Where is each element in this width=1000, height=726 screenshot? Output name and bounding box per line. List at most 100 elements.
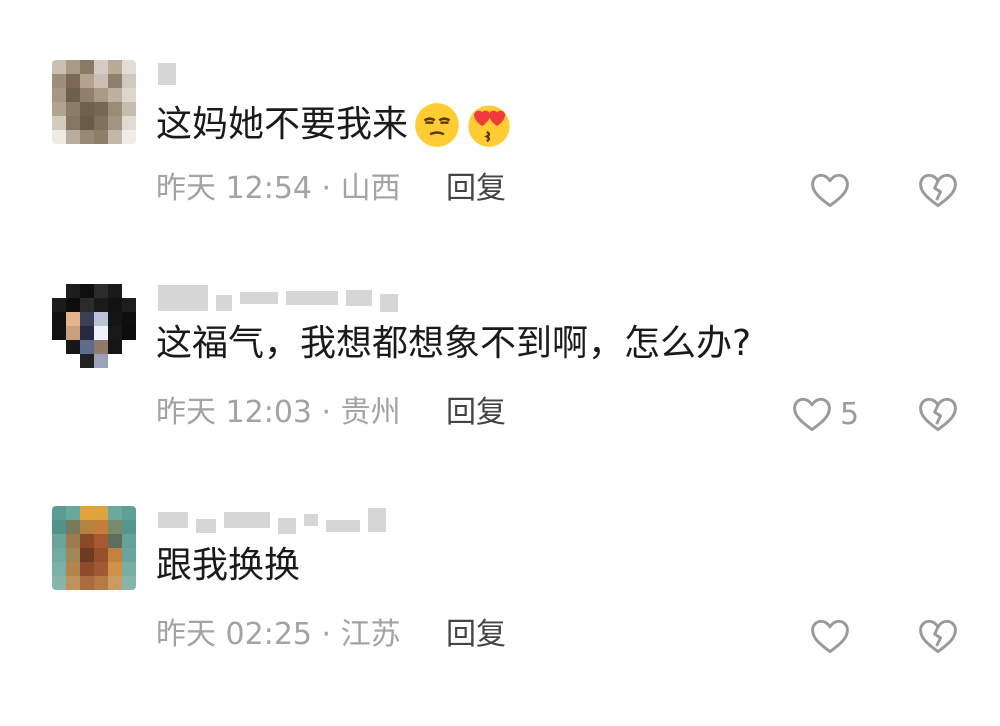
- avatar-pixel: [122, 60, 136, 74]
- comment-text-body: 这福气，我想都想象不到啊，怎么办?: [156, 323, 752, 364]
- avatar-pixel: [66, 354, 80, 368]
- avatar-pixel: [66, 116, 80, 130]
- avatar-pixel: [80, 312, 94, 326]
- avatar-pixel: [122, 562, 136, 576]
- avatar-pixel: [52, 102, 66, 116]
- avatar-pixel: [66, 88, 80, 102]
- avatar-pixel: [108, 326, 122, 340]
- avatar-pixel: [108, 284, 122, 298]
- comment-item: 跟我换换 昨天 02:25 · 江苏 回复: [0, 506, 1000, 726]
- avatar-pixel: [52, 130, 66, 144]
- heart-outline-icon: [811, 173, 849, 208]
- avatar-pixel: [52, 340, 66, 354]
- avatar-pixel: [66, 74, 80, 88]
- avatar-pixel: [66, 548, 80, 562]
- comment-meta: 昨天 02:25 · 江苏: [156, 617, 401, 652]
- like-button[interactable]: [808, 614, 858, 658]
- avatar-pixel: [52, 534, 66, 548]
- avatar-pixel: [66, 102, 80, 116]
- avatar-pixel: [52, 576, 66, 590]
- avatar-pixel: [94, 326, 108, 340]
- avatar-pixel: [80, 116, 94, 130]
- avatar-pixel: [52, 326, 66, 340]
- avatar-pixel: [122, 74, 136, 88]
- reply-button[interactable]: 回复: [446, 620, 506, 650]
- avatar-pixel: [108, 534, 122, 548]
- avatar-pixel: [122, 88, 136, 102]
- avatar-pixel: [80, 562, 94, 576]
- avatar-pixel: [122, 298, 136, 312]
- avatar[interactable]: [52, 60, 136, 144]
- avatar-pixel: [66, 520, 80, 534]
- avatar-pixel: [122, 284, 136, 298]
- avatar-pixel: [66, 534, 80, 548]
- avatar-pixel: [80, 60, 94, 74]
- avatar-pixel: [94, 298, 108, 312]
- smirk-face-emoji: [415, 103, 459, 147]
- comment-meta: 昨天 12:54 · 山西: [156, 171, 401, 206]
- username-blurred[interactable]: [158, 60, 176, 88]
- avatar-pixel: [80, 534, 94, 548]
- avatar-pixel: [108, 74, 122, 88]
- avatar-pixel: [108, 548, 122, 562]
- avatar-pixel: [52, 116, 66, 130]
- avatar-pixel: [80, 102, 94, 116]
- avatar-pixel: [122, 548, 136, 562]
- avatar-pixel: [80, 88, 94, 102]
- avatar-pixel: [52, 562, 66, 576]
- comment-text: 这福气，我想都想象不到啊，怎么办?: [156, 326, 751, 362]
- avatar-pixel: [94, 284, 108, 298]
- avatar-pixel: [122, 312, 136, 326]
- avatar-pixel: [94, 340, 108, 354]
- avatar-pixel: [66, 130, 80, 144]
- avatar-pixel: [66, 506, 80, 520]
- reply-button[interactable]: 回复: [446, 174, 506, 204]
- like-count: 5: [840, 396, 860, 432]
- like-button[interactable]: [808, 168, 858, 212]
- avatar-pixel: [80, 326, 94, 340]
- avatar-pixel: [122, 520, 136, 534]
- avatar-pixel: [94, 74, 108, 88]
- avatar-pixel: [122, 576, 136, 590]
- avatar-pixel: [80, 520, 94, 534]
- avatar-pixel: [52, 88, 66, 102]
- avatar-pixel: [80, 284, 94, 298]
- avatar-pixel: [52, 74, 66, 88]
- reply-button[interactable]: 回复: [446, 398, 506, 428]
- avatar-pixel: [108, 340, 122, 354]
- avatar[interactable]: [52, 506, 136, 590]
- broken-heart-icon: [919, 173, 957, 208]
- avatar-pixel: [108, 298, 122, 312]
- avatar-pixel: [108, 60, 122, 74]
- dislike-button[interactable]: [916, 168, 960, 216]
- avatar-pixel: [94, 116, 108, 130]
- avatar-pixel: [94, 562, 108, 576]
- avatar-pixel: [94, 130, 108, 144]
- avatar-pixel: [122, 130, 136, 144]
- avatar-pixel: [94, 520, 108, 534]
- avatar-pixel: [122, 340, 136, 354]
- avatar-pixel: [94, 312, 108, 326]
- avatar-pixel: [52, 548, 66, 562]
- avatar-pixel: [122, 354, 136, 368]
- username-blurred[interactable]: [158, 284, 398, 312]
- like-button[interactable]: 5: [790, 392, 859, 436]
- avatar-pixel: [80, 506, 94, 520]
- avatar-pixel: [80, 340, 94, 354]
- avatar-pixel: [52, 354, 66, 368]
- avatar-pixel: [52, 284, 66, 298]
- avatar-pixel: [94, 102, 108, 116]
- avatar-pixel: [94, 576, 108, 590]
- dislike-button[interactable]: [916, 392, 960, 440]
- avatar-pixel: [80, 576, 94, 590]
- avatar-pixel: [66, 298, 80, 312]
- username-blurred[interactable]: [158, 506, 386, 534]
- avatar-pixel: [52, 298, 66, 312]
- dislike-button[interactable]: [916, 614, 960, 662]
- avatar-pixel: [80, 548, 94, 562]
- avatar[interactable]: [52, 284, 136, 368]
- avatar-pixel: [122, 506, 136, 520]
- avatar-pixel: [66, 340, 80, 354]
- avatar-pixel: [108, 354, 122, 368]
- avatar-pixel: [80, 130, 94, 144]
